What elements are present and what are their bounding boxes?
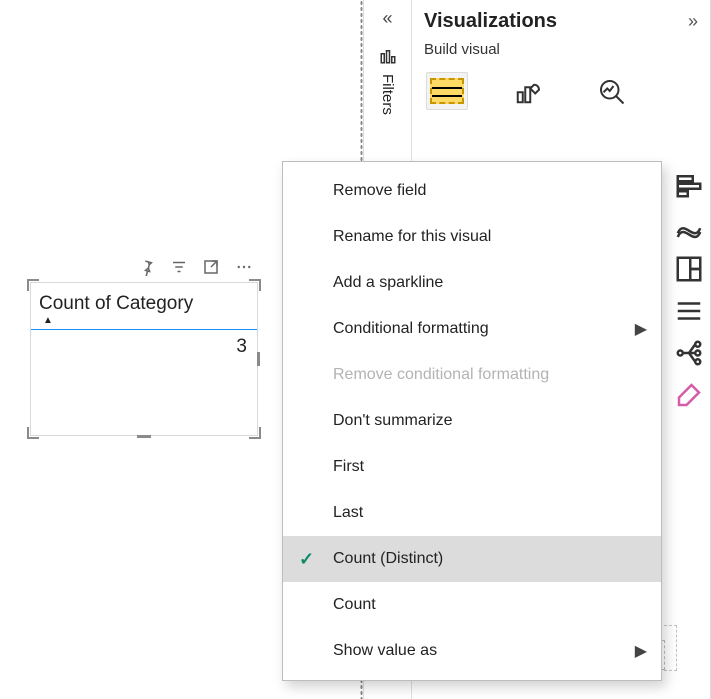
menu-conditional-formatting[interactable]: Conditional formatting▶ [283,306,661,352]
viz-tab-strip [412,68,710,120]
menu-remove-field[interactable]: Remove field [283,168,661,214]
collapse-chevron-icon[interactable]: « [364,0,411,29]
card-visual[interactable]: Count of Category ▲ 3 [30,282,258,436]
build-visual-label: Build visual [412,37,710,68]
stacked-bar-chart-icon[interactable] [674,170,704,200]
matrix-icon[interactable] [674,296,704,326]
resize-handle-bm[interactable] [137,435,151,438]
tab-build-visual[interactable] [426,72,468,110]
chevron-right-icon: ▶ [635,319,647,339]
chevron-right-icon: ▶ [635,641,647,661]
visualizations-title: Visualizations [424,10,557,33]
menu-remove-conditional-formatting: Remove conditional formatting [283,352,661,398]
tab-analytics[interactable] [590,72,632,110]
decomposition-tree-icon[interactable] [674,338,704,368]
focus-mode-icon[interactable] [202,258,220,276]
filters-icon [379,47,397,68]
visual-column-header[interactable]: Count of Category [31,283,257,317]
visual-gallery-strip [668,170,710,410]
more-options-icon[interactable] [234,258,254,276]
resize-handle-tr[interactable] [249,279,261,291]
menu-count-distinct[interactable]: ✓Count (Distinct) [283,536,661,582]
filters-pane-label: Filters [379,74,396,115]
menu-count[interactable]: Count [283,582,661,628]
tile-toolbar [30,258,258,276]
menu-add-sparkline[interactable]: Add a sparkline [283,260,661,306]
expand-chevron-icon[interactable]: » [688,11,698,32]
treemap-icon[interactable] [674,254,704,284]
visual-tile-container: Count of Category ▲ 3 [30,258,258,436]
tab-format-visual[interactable] [508,72,550,110]
field-context-menu: Remove field Rename for this visual Add … [282,161,662,681]
resize-handle-br[interactable] [249,427,261,439]
resize-handle-tl[interactable] [27,279,39,291]
eraser-icon[interactable] [674,380,704,410]
menu-first[interactable]: First [283,444,661,490]
resize-handle-rm[interactable] [257,352,260,366]
visual-value: 3 [31,330,257,358]
check-icon: ✓ [299,549,314,570]
build-visual-icon [430,78,464,104]
filter-icon[interactable] [170,258,188,276]
resize-handle-bl[interactable] [27,427,39,439]
menu-rename-for-visual[interactable]: Rename for this visual [283,214,661,260]
menu-dont-summarize[interactable]: Don't summarize [283,398,661,444]
ribbon-chart-icon[interactable] [674,212,704,242]
sort-asc-icon[interactable]: ▲ [31,317,257,325]
pin-icon[interactable] [138,258,156,276]
menu-show-value-as[interactable]: Show value as▶ [283,628,661,674]
menu-last[interactable]: Last [283,490,661,536]
